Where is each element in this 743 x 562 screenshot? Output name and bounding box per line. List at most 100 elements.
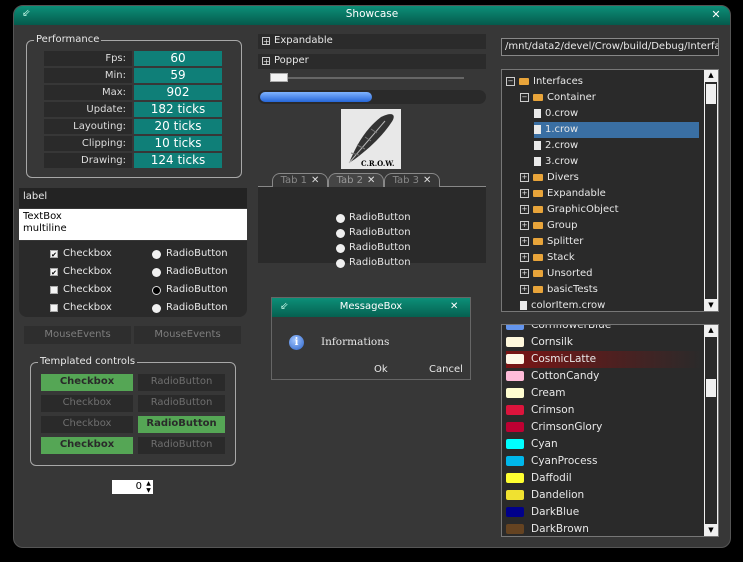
tab-2[interactable]: Tab 2 ✕: [328, 173, 384, 187]
radio-label: RadioButton: [166, 284, 228, 295]
tree-folder-item[interactable]: + Unsorted: [520, 266, 593, 282]
radio-button-4[interactable]: [152, 304, 161, 313]
tree-folder-item[interactable]: + Stack: [520, 250, 575, 266]
color-list-item[interactable]: CottonCandy: [506, 368, 599, 385]
tree-folder-item[interactable]: + Divers: [520, 170, 579, 186]
tree-file-item[interactable]: 3.crow: [534, 154, 578, 170]
numeric-spinner-input[interactable]: 0: [112, 480, 144, 494]
color-list-item[interactable]: CrimsonGlory: [506, 419, 602, 436]
tab-label: Tab 1: [280, 175, 308, 186]
expand-icon[interactable]: +: [520, 284, 529, 294]
checkbox-2[interactable]: ✔: [50, 268, 58, 277]
window-close-button[interactable]: ✕: [709, 8, 723, 21]
color-list-item[interactable]: CornflowerBlue: [506, 325, 611, 334]
color-list-item[interactable]: CosmicLatte: [506, 351, 702, 368]
tree-file-item[interactable]: 1.crow: [534, 122, 699, 138]
folder-icon: [533, 173, 543, 181]
color-list-item[interactable]: DarkBlue: [506, 504, 579, 521]
collapse-icon[interactable]: −: [520, 92, 529, 102]
radio-button-2[interactable]: [152, 268, 161, 277]
spinner-down-icon[interactable]: ▼: [144, 487, 153, 494]
radio-button-1[interactable]: [152, 250, 161, 259]
tab-3[interactable]: Tab 3 ✕: [384, 173, 440, 187]
templated-controls-caption: Templated controls: [38, 356, 138, 367]
templated-radio-2[interactable]: RadioButton: [138, 395, 225, 412]
tab-close-icon[interactable]: ✕: [311, 175, 319, 186]
slider-track[interactable]: [270, 77, 464, 79]
color-swatch: [506, 388, 524, 398]
color-list-item[interactable]: Cornsilk: [506, 334, 573, 351]
multiline-textbox[interactable]: TextBox multiline: [19, 209, 247, 240]
tree-folder-item[interactable]: + basicTests: [520, 282, 598, 298]
templated-checkbox-3[interactable]: Checkbox: [41, 416, 133, 433]
color-list-item[interactable]: CyanProcess: [506, 453, 597, 470]
color-list-item[interactable]: Cyan: [506, 436, 558, 453]
templated-radio-3[interactable]: RadioButton: [138, 416, 225, 433]
expand-icon[interactable]: +: [520, 236, 529, 246]
tree-folder-item[interactable]: + GraphicObject: [520, 202, 619, 218]
messagebox-titlebar[interactable]: ⇙ MessageBox ✕: [272, 298, 470, 317]
color-scroll-thumb[interactable]: [706, 379, 716, 397]
tab-1[interactable]: Tab 1 ✕: [272, 173, 328, 187]
cancel-button[interactable]: Cancel: [429, 364, 463, 375]
expandable-header[interactable]: + Expandable: [258, 34, 486, 49]
radio-label: RadioButton: [166, 302, 228, 313]
tree-folder-container[interactable]: − Container: [520, 90, 596, 106]
tree-file-item[interactable]: 2.crow: [534, 138, 578, 154]
tree-scroll-thumb[interactable]: [706, 84, 716, 104]
expand-icon[interactable]: +: [520, 268, 529, 278]
slider-handle[interactable]: [270, 73, 288, 82]
spinner-up-icon[interactable]: ▲: [144, 480, 153, 487]
color-list-item[interactable]: Crimson: [506, 402, 574, 419]
expand-icon[interactable]: +: [520, 204, 529, 214]
path-field[interactable]: /mnt/data2/devel/Crow/build/Debug/Interf…: [501, 38, 719, 56]
radio-label: RadioButton: [166, 248, 228, 259]
color-scroll-down-icon[interactable]: ▼: [704, 525, 718, 536]
tab-close-icon[interactable]: ✕: [423, 175, 431, 186]
templated-checkbox-2[interactable]: Checkbox: [41, 395, 133, 412]
tree-folder-item[interactable]: + Splitter: [520, 234, 583, 250]
color-list-item[interactable]: Dandelion: [506, 487, 584, 504]
showcase-window: ⇙ Showcase ✕ Performance label TextBox m…: [13, 5, 731, 548]
tab-radio-button-4[interactable]: [336, 259, 345, 268]
expand-icon[interactable]: +: [520, 188, 529, 198]
collapse-icon[interactable]: −: [506, 76, 515, 86]
checkbox-4[interactable]: [50, 304, 58, 312]
expand-icon[interactable]: +: [520, 220, 529, 230]
expand-icon[interactable]: +: [520, 172, 529, 182]
tree-folder-interfaces[interactable]: − Interfaces: [506, 74, 583, 90]
templated-checkbox-4[interactable]: Checkbox: [41, 437, 133, 454]
file-icon: [534, 156, 541, 166]
tree-scroll-track[interactable]: [705, 82, 717, 299]
ok-button[interactable]: Ok: [374, 364, 388, 375]
radio-button-3[interactable]: [152, 286, 161, 295]
color-list-item[interactable]: DarkBrown: [506, 521, 589, 536]
tree-folder-item[interactable]: + Group: [520, 218, 577, 234]
checkbox-3[interactable]: [50, 286, 58, 294]
tree-scroll-down-icon[interactable]: ▼: [704, 300, 718, 311]
tree-folder-item[interactable]: + Expandable: [520, 186, 606, 202]
popper-header[interactable]: + Popper: [258, 54, 486, 69]
color-list-item[interactable]: Daffodil: [506, 470, 572, 487]
expand-icon[interactable]: +: [520, 252, 529, 262]
title-bar[interactable]: ⇙ Showcase ✕: [14, 6, 730, 25]
checkbox-1[interactable]: ✔: [50, 250, 58, 259]
tree-item-label: GraphicObject: [547, 204, 619, 215]
tree-scroll-up-icon[interactable]: ▲: [704, 70, 718, 81]
label-widget: label: [19, 188, 247, 208]
templated-radio-4[interactable]: RadioButton: [138, 437, 225, 454]
mouse-events-button-2[interactable]: MouseEvents: [134, 326, 241, 344]
templated-radio-1[interactable]: RadioButton: [138, 374, 225, 391]
color-list-item[interactable]: Cream: [506, 385, 566, 402]
tab-radio-button-3[interactable]: [336, 244, 345, 253]
tree-file-coloritem[interactable]: colorItem.crow: [520, 298, 605, 311]
tree-file-item[interactable]: 0.crow: [534, 106, 578, 122]
color-scroll-up-icon[interactable]: ▲: [704, 325, 718, 336]
tab-close-icon[interactable]: ✕: [367, 175, 375, 186]
templated-checkbox-1[interactable]: Checkbox: [41, 374, 133, 391]
tab-radio-button-1[interactable]: [336, 214, 345, 223]
messagebox-close-button[interactable]: ✕: [450, 301, 458, 312]
tab-radio-button-2[interactable]: [336, 229, 345, 238]
color-scroll-track[interactable]: [705, 337, 717, 524]
mouse-events-button-1[interactable]: MouseEvents: [24, 326, 131, 344]
